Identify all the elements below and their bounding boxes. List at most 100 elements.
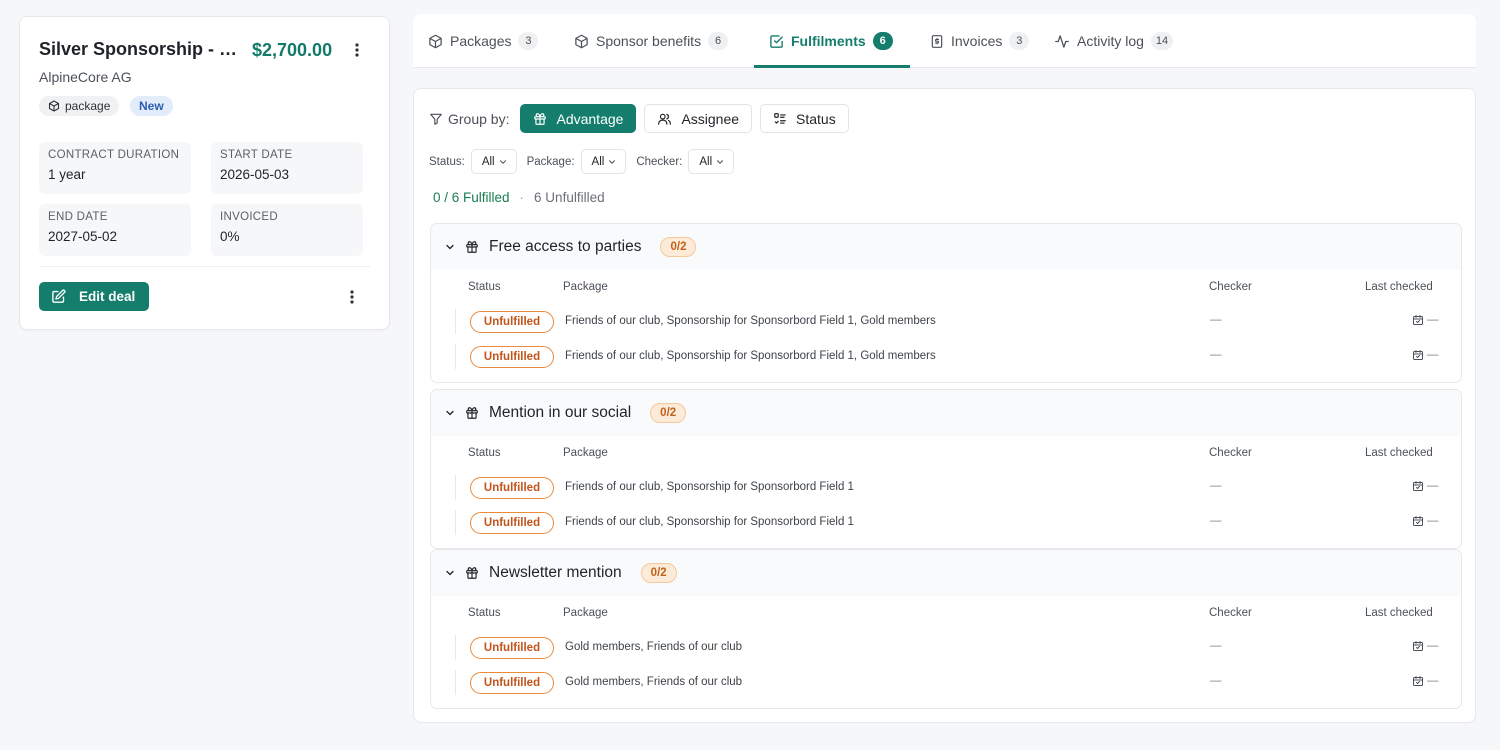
last-checked-cell: — <box>1412 675 1439 687</box>
advantage-group: Mention in our social 0/2 Status Package… <box>430 389 1462 549</box>
list-check-icon <box>773 112 787 126</box>
tab-count: 3 <box>1009 32 1030 50</box>
summary-separator: · <box>519 190 525 205</box>
activity-icon <box>1054 34 1070 49</box>
more-options-icon[interactable] <box>347 40 367 60</box>
box-icon <box>428 34 443 49</box>
last-checked-value: — <box>1427 675 1439 687</box>
tab-count: 14 <box>1150 32 1174 50</box>
group-by-bar: Group by: Advantage Assignee Status <box>429 104 849 133</box>
last-checked-value: — <box>1427 349 1439 361</box>
more-options-icon[interactable] <box>342 287 362 307</box>
check-square-icon <box>769 34 784 49</box>
advantage-group: Free access to parties 0/2 Status Packag… <box>430 223 1462 383</box>
status-filter-value: All <box>481 155 495 168</box>
chevron-down-icon[interactable] <box>444 241 456 253</box>
package-cell: Gold members, Friends of our club <box>565 676 743 688</box>
package-cell: Friends of our club, Sponsorship for Spo… <box>565 350 936 362</box>
info-value: 2027-05-02 <box>48 229 118 244</box>
tab-fulfilments[interactable]: Fulfilments 6 <box>769 14 893 68</box>
checker-cell: — <box>1210 515 1222 527</box>
last-checked-column-header: Last checked <box>1365 447 1433 459</box>
checker-column-header: Checker <box>1209 607 1252 619</box>
deal-card: Silver Sponsorship - B... $2,700.00 Alpi… <box>19 16 390 330</box>
checker-filter-select[interactable]: All <box>688 149 735 174</box>
calendar-icon <box>1412 349 1424 361</box>
group-header[interactable]: Mention in our social 0/2 <box>431 390 1461 436</box>
last-checked-value: — <box>1427 314 1439 326</box>
edit-deal-button[interactable]: Edit deal <box>39 282 149 311</box>
company-name: AlpineCore AG <box>39 69 132 85</box>
group-progress-badge: 0/2 <box>650 403 687 423</box>
info-label: START DATE <box>220 149 293 161</box>
filter-icon <box>429 112 443 126</box>
checker-cell: — <box>1210 349 1222 361</box>
group-by-status-button[interactable]: Status <box>760 104 849 133</box>
table-row[interactable]: Unfulfilled Friends of our club, Sponsor… <box>431 470 1461 505</box>
table-row[interactable]: Unfulfilled Friends of our club, Sponsor… <box>431 304 1461 339</box>
last-checked-cell: — <box>1412 349 1439 361</box>
table-row[interactable]: Unfulfilled Gold members, Friends of our… <box>431 665 1461 700</box>
calendar-icon <box>1412 640 1424 652</box>
group-header[interactable]: Free access to parties 0/2 <box>431 224 1461 270</box>
group-by-option-label: Advantage <box>556 110 624 127</box>
group-progress-badge: 0/2 <box>640 563 677 583</box>
package-cell: Friends of our club, Sponsorship for Spo… <box>565 315 936 327</box>
tab-activity-log[interactable]: Activity log 14 <box>1054 14 1174 68</box>
package-filter-select[interactable]: All <box>580 149 627 174</box>
calendar-icon <box>1412 675 1424 687</box>
last-checked-cell: — <box>1412 314 1439 326</box>
group-by-advantage-button[interactable]: Advantage <box>520 104 637 133</box>
last-checked-cell: — <box>1412 515 1439 527</box>
group-header[interactable]: Newsletter mention 0/2 <box>431 550 1461 596</box>
tab-bar: Packages 3 Sponsor benefits 6 Fulfilment… <box>413 14 1476 68</box>
chevron-down-icon[interactable] <box>444 567 456 579</box>
table-header: Status Package Checker Last checked <box>431 270 1461 304</box>
package-filter-value: All <box>591 155 605 168</box>
calendar-icon <box>1412 314 1424 326</box>
checker-filter-label: Checker: <box>636 155 683 168</box>
table-row[interactable]: Unfulfilled Friends of our club, Sponsor… <box>431 339 1461 374</box>
status-badge: Unfulfilled <box>470 477 554 499</box>
deal-amount: $2,700.00 <box>252 40 333 60</box>
deal-title: Silver Sponsorship - B... <box>39 39 243 59</box>
package-cell: Friends of our club, Sponsorship for Spo… <box>565 481 854 493</box>
info-label: END DATE <box>48 211 108 223</box>
calendar-icon <box>1412 480 1424 492</box>
last-checked-column-header: Last checked <box>1365 281 1433 293</box>
filter-bar: Status: All Package: All Checker: All <box>429 149 738 174</box>
box-icon <box>48 100 60 112</box>
checker-filter-value: All <box>699 155 713 168</box>
package-tag-label: package <box>65 99 111 113</box>
table-row[interactable]: Unfulfilled Friends of our club, Sponsor… <box>431 505 1461 540</box>
gift-icon <box>465 240 479 254</box>
group-by-option-label: Assignee <box>681 110 740 127</box>
group-progress-badge: 0/2 <box>660 237 697 257</box>
status-badge: Unfulfilled <box>470 637 554 659</box>
package-column-header: Package <box>563 447 608 459</box>
tab-invoices[interactable]: Invoices 3 <box>930 14 1030 68</box>
row-rail <box>455 344 456 369</box>
info-label: CONTRACT DURATION <box>48 149 180 161</box>
status-filter-select[interactable]: All <box>470 149 517 174</box>
row-rail <box>455 475 456 500</box>
group-title: Free access to parties <box>489 238 642 255</box>
table-row[interactable]: Unfulfilled Gold members, Friends of our… <box>431 630 1461 665</box>
checker-column-header: Checker <box>1209 281 1252 293</box>
group-by-assignee-button[interactable]: Assignee <box>644 104 753 133</box>
package-cell: Friends of our club, Sponsorship for Spo… <box>565 516 854 528</box>
status-badge: Unfulfilled <box>470 512 554 534</box>
checker-cell: — <box>1210 314 1222 326</box>
tab-sponsor-benefits[interactable]: Sponsor benefits 6 <box>574 14 729 68</box>
tab-count: 6 <box>708 32 729 50</box>
info-value: 0% <box>220 229 240 244</box>
tab-label: Packages <box>450 33 512 49</box>
info-value: 2026-05-03 <box>220 167 290 182</box>
row-rail <box>455 635 456 660</box>
tab-packages[interactable]: Packages 3 <box>428 14 539 68</box>
row-rail <box>455 309 456 334</box>
group-by-option-label: Status <box>796 110 836 127</box>
gift-icon <box>533 112 547 126</box>
chevron-down-icon[interactable] <box>444 407 456 419</box>
contract-duration-box: CONTRACT DURATION 1 year <box>39 142 191 194</box>
